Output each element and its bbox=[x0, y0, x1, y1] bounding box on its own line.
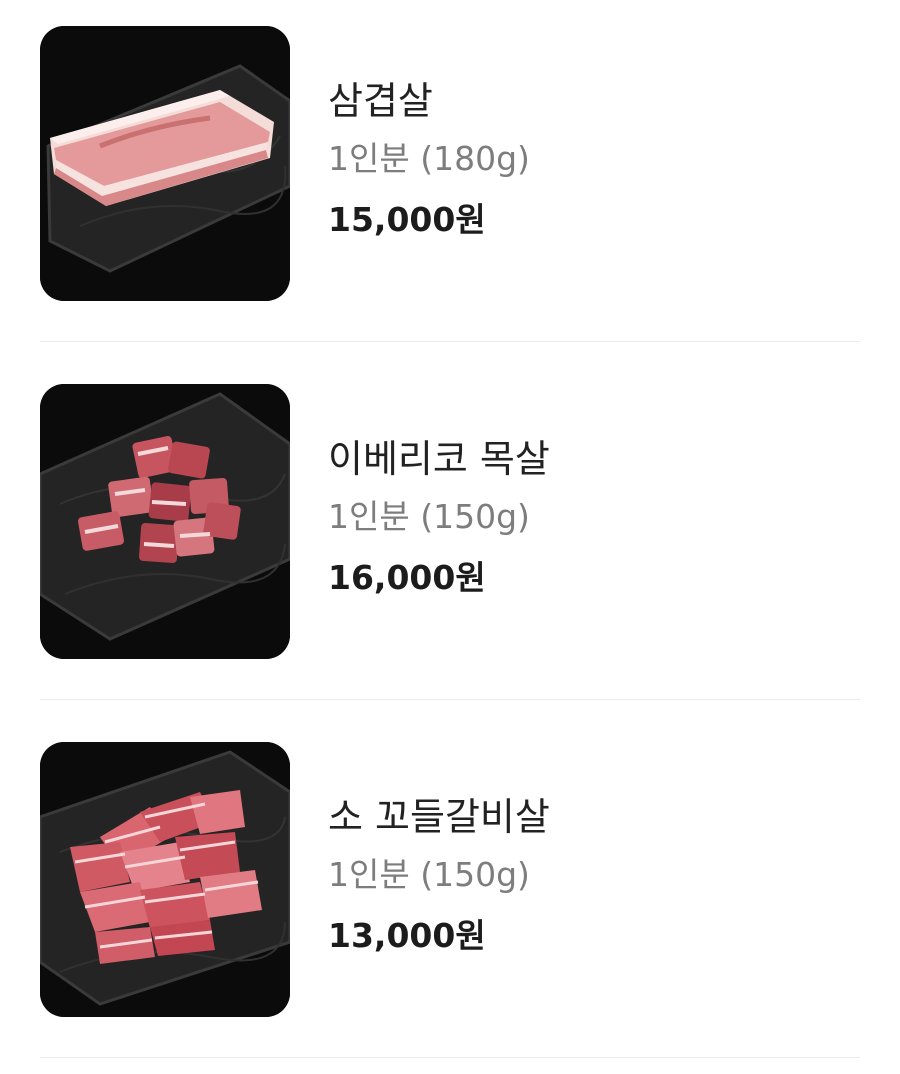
menu-item[interactable]: 소 꼬들갈비살 1인분 (150g) 13,000원 bbox=[0, 716, 900, 1074]
menu-price: 16,000원 bbox=[328, 558, 486, 597]
divider bbox=[40, 1057, 860, 1058]
pork-belly-icon bbox=[40, 26, 290, 301]
pork-belly-image[interactable] bbox=[40, 26, 290, 301]
iberico-neck-cubes-image[interactable] bbox=[40, 384, 290, 659]
menu-info: 삼겹살 1인분 (180g) 15,000원 bbox=[328, 72, 530, 252]
menu-price: 13,000원 bbox=[328, 916, 486, 955]
menu-list: 삼겹살 1인분 (180g) 15,000원 이베리코 목살 1인분 (150g… bbox=[0, 0, 900, 1058]
beef-rib-strips-image[interactable] bbox=[40, 742, 290, 1017]
divider bbox=[40, 341, 860, 342]
menu-portion: 1인분 (150g) bbox=[328, 497, 530, 536]
meat-cubes-icon bbox=[40, 384, 290, 659]
divider bbox=[40, 699, 860, 700]
menu-name: 소 꼬들갈비살 bbox=[328, 795, 550, 839]
menu-info: 이베리코 목살 1인분 (150g) 16,000원 bbox=[328, 430, 550, 610]
menu-name: 삼겹살 bbox=[328, 79, 433, 123]
menu-portion: 1인분 (150g) bbox=[328, 855, 530, 894]
menu-info: 소 꼬들갈비살 1인분 (150g) 13,000원 bbox=[328, 788, 550, 968]
menu-item[interactable]: 이베리코 목살 1인분 (150g) 16,000원 bbox=[0, 358, 900, 716]
menu-item[interactable]: 삼겹살 1인분 (180g) 15,000원 bbox=[0, 0, 900, 358]
beef-strips-icon bbox=[40, 742, 290, 1017]
menu-portion: 1인분 (180g) bbox=[328, 139, 530, 178]
menu-price: 15,000원 bbox=[328, 200, 486, 239]
menu-name: 이베리코 목살 bbox=[328, 437, 550, 481]
